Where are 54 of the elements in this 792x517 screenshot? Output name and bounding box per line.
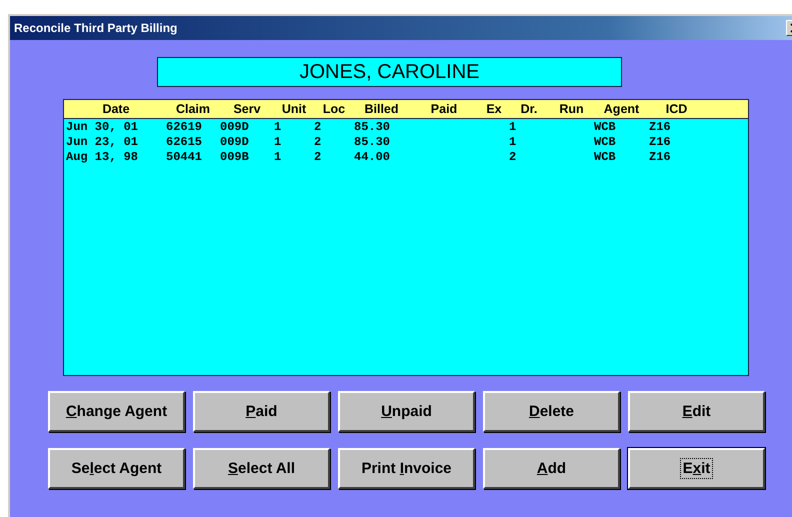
action-button[interactable]: Edit [628,391,765,432]
table-cell: Aug 13, 98 [66,150,138,164]
table-cell: 85.30 [354,120,390,134]
action-button[interactable]: Select Agent [48,448,185,489]
table-cell: 1 [274,134,282,148]
action-button[interactable]: Exit [628,448,765,489]
column-header: Billed [363,102,400,116]
column-header: Dr. [520,102,538,116]
table-cell: 44.00 [354,150,390,164]
table-row[interactable]: Jun 30, 01 62619 009D 1 2 85.30 1 WCB Z16 [64,119,748,134]
table-cell: Z16 [649,150,671,164]
column-header: Loc [322,102,346,116]
column-header: Claim [174,102,212,116]
table-cell: WCB [594,134,616,148]
column-header: Agent [602,102,640,116]
table-cell: 50441 [166,150,202,164]
action-button[interactable]: Unpaid [338,391,475,432]
table-row[interactable]: Aug 13, 98 50441 009B 1 2 44.00 2 WCB Z16 [64,149,748,164]
table-cell: 009D [220,134,249,148]
window-title: Reconcile Third Party Billing [14,21,178,35]
table-cell: 009D [220,120,249,134]
table-cell: Z16 [649,120,671,134]
column-header: Run [558,102,585,116]
table-cell: 62615 [166,134,202,148]
table-cell: Z16 [649,134,671,148]
column-header: Serv [232,102,262,116]
action-button[interactable]: Add [483,448,620,489]
table-cell: 2 [314,120,322,134]
table-cell: 1 [509,134,516,148]
table-cell: 009B [220,150,249,164]
action-button[interactable]: Delete [483,391,620,432]
table-cell: Jun 30, 01 [66,120,138,134]
table-cell: 2 [314,134,322,148]
table-row[interactable]: Jun 23, 01 62615 009D 1 2 85.30 1 WCB Z16 [64,134,748,149]
table-cell: 2 [314,150,322,164]
table-cell: WCB [594,120,616,134]
column-header: Ex [485,102,503,116]
column-header: Unit [280,102,308,116]
table-cell: Jun 23, 01 [66,134,138,148]
column-header: ICD [664,102,688,116]
action-button[interactable]: Change Agent [48,391,185,432]
column-header: Paid [430,102,458,116]
patient-name: JONES, CAROLINE [157,57,622,87]
table-cell: 1 [274,120,282,134]
table-cell: 1 [509,120,516,134]
action-button[interactable]: Print Invoice [338,448,475,489]
table-cell: 1 [274,150,282,164]
table-cell: 2 [509,150,516,164]
column-header: Date [101,102,131,116]
table-cell: 62619 [166,120,202,134]
table-cell: WCB [594,150,616,164]
action-button[interactable]: Select All [193,448,330,489]
table-cell: 85.30 [354,134,390,148]
action-button[interactable]: Paid [193,391,330,432]
